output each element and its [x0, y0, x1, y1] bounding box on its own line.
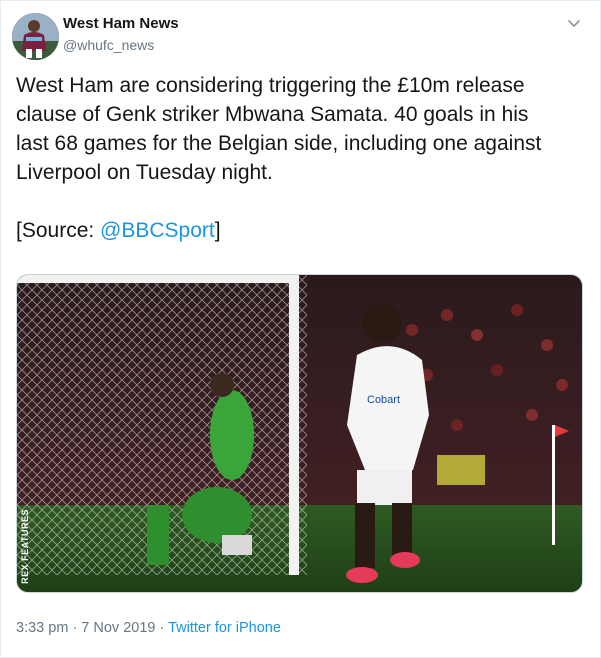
account-name[interactable]: West Ham News: [63, 15, 179, 32]
tweet-text: West Ham are considering triggering the …: [16, 71, 586, 245]
source-suffix: ]: [214, 219, 221, 242]
source-line: [Source: @BBCSport]: [16, 216, 586, 245]
source-mention-link[interactable]: @BBCSport: [100, 219, 215, 242]
account-handle[interactable]: @whufc_news: [63, 37, 154, 53]
tweet-media-image[interactable]: Cobart REX FEATURES: [16, 274, 583, 593]
football-photo: Cobart: [17, 275, 582, 592]
chevron-down-icon[interactable]: [566, 15, 582, 31]
tweet-meta: 3:33 pm · 7 Nov 2019 · Twitter for iPhon…: [16, 620, 281, 636]
tweet-text-line: last 68 games for the Belgian side, incl…: [16, 132, 542, 155]
tweet-text-line: clause of Genk striker Mbwana Samata. 40…: [16, 103, 529, 126]
tweet-text-line: West Ham are considering triggering the …: [16, 74, 525, 97]
source-prefix: [Source:: [16, 219, 101, 242]
tweet-card[interactable]: West Ham News @whufc_news West Ham are c…: [0, 0, 601, 658]
tweet-time[interactable]: 3:33 pm: [16, 620, 68, 636]
tweet-date[interactable]: 7 Nov 2019: [81, 620, 155, 636]
shirt-text: Cobart: [367, 394, 400, 406]
tweet-text-line: Liverpool on Tuesday night.: [16, 161, 273, 184]
meta-separator: ·: [68, 620, 82, 636]
image-credit: REX FEATURES: [20, 509, 30, 584]
avatar[interactable]: [12, 13, 59, 60]
source-app-link[interactable]: Twitter for iPhone: [168, 620, 281, 636]
meta-separator: ·: [155, 620, 169, 636]
player-avatar-icon: [12, 13, 59, 60]
